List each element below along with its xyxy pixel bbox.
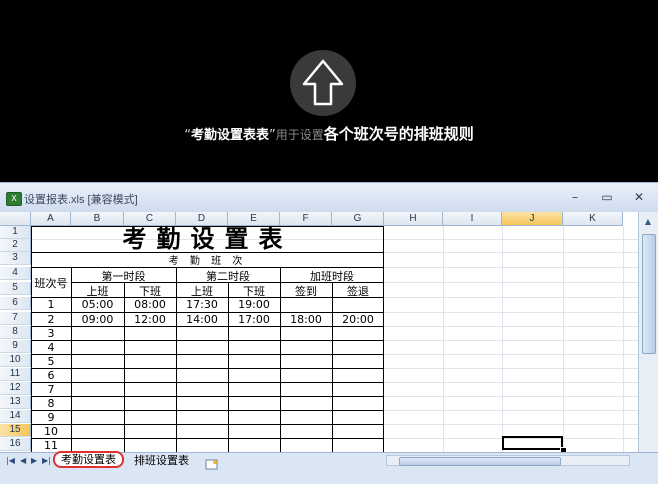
row-header-10[interactable]: 10 <box>0 354 31 367</box>
sub-header-checkout[interactable]: 签退 <box>332 283 384 299</box>
attendance-table: 考勤设置表 考 勤 班 次 班次号 第一时段 第二时段 加班时段 上班 下班 上… <box>31 226 384 469</box>
row-header-4[interactable]: 4 <box>0 267 31 280</box>
quote-close: ” <box>268 128 276 143</box>
table-border <box>31 226 384 227</box>
row-header-15[interactable]: 15 <box>0 424 31 437</box>
window-titlebar[interactable]: X 设置报表.xls [兼容模式] – ▭ ✕ <box>0 182 658 212</box>
caption-sheet-name: 考勤设置表表 <box>190 128 269 143</box>
vertical-scrollbar[interactable]: ▲ <box>638 212 658 469</box>
column-header-h[interactable]: H <box>384 212 443 226</box>
tab-schedule-settings[interactable]: 排班设置表 <box>128 453 195 468</box>
excel-file-icon: X <box>6 192 22 206</box>
sub-header-end-2[interactable]: 下班 <box>228 283 280 299</box>
shift-number-header[interactable]: 班次号 <box>31 275 71 291</box>
shift-number-cell[interactable]: 1 <box>31 298 71 311</box>
overtime-header[interactable]: 加班时段 <box>280 268 384 284</box>
time-cell[interactable]: 17:00 <box>228 313 280 326</box>
intro-banner: “考勤设置表表”用于设置各个班次号的排班规则 <box>0 0 658 182</box>
shift-number-cell[interactable]: 7 <box>31 383 71 396</box>
up-arrow-icon <box>302 59 344 106</box>
shift-number-cell[interactable]: 3 <box>31 327 71 340</box>
maximize-button[interactable]: ▭ <box>598 190 616 204</box>
sub-header-checkin[interactable]: 签到 <box>280 283 332 299</box>
table-border <box>31 252 384 253</box>
next-sheet-button[interactable]: ▶ <box>31 456 37 465</box>
row-header-12[interactable]: 12 <box>0 382 31 395</box>
worksheet-grid[interactable]: A B C D E F G H I J K 1 2 3 4 5 6 7 8 9 … <box>0 212 658 469</box>
caption-middle: 用于设置 <box>275 128 324 142</box>
sub-header-start-1[interactable]: 上班 <box>71 283 124 299</box>
column-header-i[interactable]: I <box>443 212 502 226</box>
shift-number-cell[interactable]: 2 <box>31 313 71 326</box>
gridline <box>623 226 624 469</box>
column-header-g[interactable]: G <box>332 212 384 226</box>
time-cell[interactable]: 19:00 <box>228 298 280 311</box>
column-header-b[interactable]: B <box>71 212 124 226</box>
time-cell[interactable]: 18:00 <box>280 313 332 326</box>
select-all-corner[interactable] <box>0 212 31 226</box>
time-cell[interactable]: 12:00 <box>124 313 176 326</box>
gridline <box>563 226 564 469</box>
selected-cell-j15[interactable] <box>502 436 563 450</box>
horizontal-scroll-thumb[interactable] <box>399 457 561 466</box>
row-header-13[interactable]: 13 <box>0 396 31 409</box>
first-sheet-button[interactable]: |◀ <box>6 456 15 465</box>
period-2-header[interactable]: 第二时段 <box>176 268 280 284</box>
sheet-title[interactable]: 考勤设置表 <box>31 226 384 252</box>
quote-open: “ <box>184 128 191 143</box>
row-header-6[interactable]: 6 <box>0 297 31 310</box>
sub-header-start-2[interactable]: 上班 <box>176 283 228 299</box>
time-cell[interactable]: 14:00 <box>176 313 228 326</box>
insert-sheet-icon[interactable] <box>205 455 219 470</box>
column-header-k[interactable]: K <box>563 212 623 226</box>
time-cell[interactable]: 20:00 <box>332 313 384 326</box>
row-header-9[interactable]: 9 <box>0 340 31 353</box>
period-1-header[interactable]: 第一时段 <box>71 268 176 284</box>
time-cell[interactable]: 17:30 <box>176 298 228 311</box>
sub-header-end-1[interactable]: 下班 <box>124 283 176 299</box>
table-border <box>332 282 333 469</box>
time-cell[interactable]: 08:00 <box>124 298 176 311</box>
excel-window: X 设置报表.xls [兼容模式] – ▭ ✕ A B C D E F G H … <box>0 182 658 484</box>
shift-number-cell[interactable]: 9 <box>31 411 71 424</box>
shift-number-cell[interactable]: 8 <box>31 397 71 410</box>
scroll-up-icon[interactable]: ▲ <box>642 216 654 228</box>
row-header-5[interactable]: 5 <box>0 282 31 295</box>
shift-number-cell[interactable]: 6 <box>31 369 71 382</box>
prev-sheet-button[interactable]: ◀ <box>20 456 26 465</box>
table-border <box>383 226 384 469</box>
gridline <box>502 226 503 469</box>
column-header-a[interactable]: A <box>31 212 71 226</box>
caption-emphasis: 各个班次号的排班规则 <box>323 125 474 143</box>
row-header-2[interactable]: 2 <box>0 239 31 252</box>
gridline <box>443 226 444 469</box>
row-header-7[interactable]: 7 <box>0 312 31 325</box>
vertical-scroll-thumb[interactable] <box>642 234 656 354</box>
shift-number-cell[interactable]: 5 <box>31 355 71 368</box>
row-header-1[interactable]: 1 <box>0 226 31 239</box>
horizontal-scrollbar[interactable] <box>386 455 630 466</box>
banner-caption: “考勤设置表表”用于设置各个班次号的排班规则 <box>0 123 658 144</box>
sheet-tab-bar: |◀ ◀ ▶ ▶| 考勤设置表 排班设置表 <box>0 451 658 470</box>
row-header-16[interactable]: 16 <box>0 438 31 451</box>
tab-attendance-settings[interactable]: 考勤设置表 <box>53 451 124 468</box>
row-header-3[interactable]: 3 <box>0 252 31 265</box>
time-cell[interactable]: 09:00 <box>71 313 124 326</box>
row-header-11[interactable]: 11 <box>0 368 31 381</box>
row-header-14[interactable]: 14 <box>0 410 31 423</box>
column-header-j[interactable]: J <box>502 212 563 226</box>
up-arrow-badge <box>290 50 356 116</box>
sheet-subtitle[interactable]: 考 勤 班 次 <box>31 252 384 267</box>
close-button[interactable]: ✕ <box>630 190 648 204</box>
row-header-8[interactable]: 8 <box>0 326 31 339</box>
minimize-button[interactable]: – <box>566 190 584 204</box>
window-title: 设置报表.xls [兼容模式] <box>24 194 138 206</box>
shift-number-cell[interactable]: 10 <box>31 425 71 438</box>
shift-number-cell[interactable]: 4 <box>31 341 71 354</box>
last-sheet-button[interactable]: ▶| <box>42 456 51 465</box>
time-cell[interactable]: 05:00 <box>71 298 124 311</box>
